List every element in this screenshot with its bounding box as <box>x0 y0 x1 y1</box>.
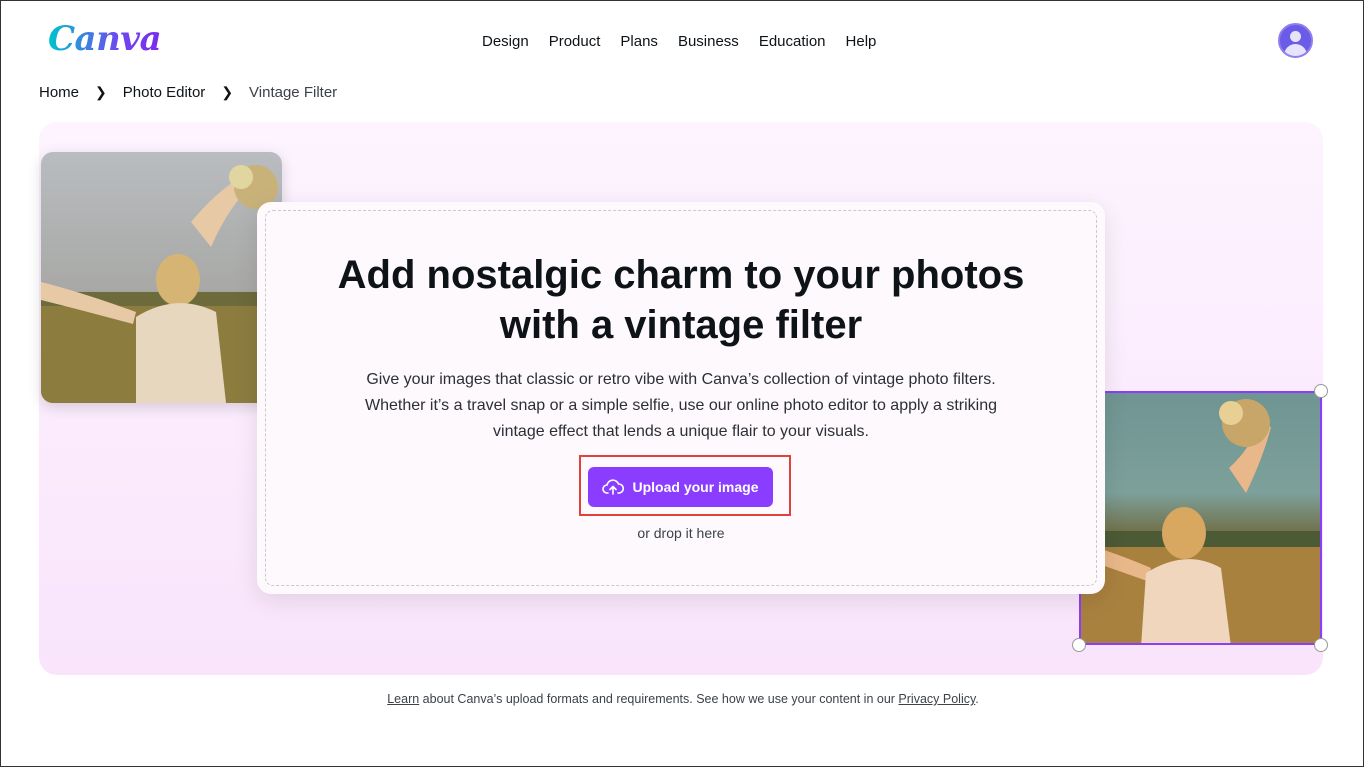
chevron-right-icon: ❯ <box>221 84 234 100</box>
chevron-right-icon: ❯ <box>95 84 107 100</box>
resize-handle-bottom-left[interactable] <box>1072 638 1086 652</box>
sample-photo-vintage <box>1079 391 1322 645</box>
breadcrumb-vintage-filter: Vintage Filter <box>249 84 338 101</box>
avatar-body <box>1284 44 1307 56</box>
nav-help[interactable]: Help <box>836 31 887 52</box>
hero-description: Give your images that classic or retro v… <box>317 367 1045 445</box>
page-title-line-1: Add nostalgic charm to your photos <box>337 253 1025 297</box>
page-title: Add nostalgic charm to your photos with … <box>257 250 1105 350</box>
cloud-upload-icon <box>602 479 625 495</box>
footnote-text: about Canva’s upload formats and require… <box>419 692 899 706</box>
nav-business[interactable]: Business <box>668 31 749 52</box>
top-navigation: Canva Design Product Plans Business Educ… <box>1 1 1364 81</box>
breadcrumb-home[interactable]: Home <box>39 84 79 101</box>
user-avatar-icon[interactable] <box>1278 23 1313 58</box>
footnote-period: . <box>975 692 979 706</box>
upload-image-button[interactable]: Upload your image <box>588 467 773 507</box>
privacy-policy-link[interactable]: Privacy Policy <box>898 692 975 706</box>
page-title-line-2: with a vintage filter <box>499 303 863 347</box>
nav-education[interactable]: Education <box>749 31 836 52</box>
nav-plans[interactable]: Plans <box>610 31 668 52</box>
nav-design[interactable]: Design <box>472 31 539 52</box>
upload-card[interactable]: Add nostalgic charm to your photos with … <box>257 202 1105 594</box>
sample-photo-original <box>41 152 282 403</box>
breadcrumb: Home ❯ Photo Editor ❯ Vintage Filter <box>39 84 337 101</box>
learn-link[interactable]: Learn <box>387 692 419 706</box>
woman-field-photo-icon <box>41 165 282 403</box>
nav-product[interactable]: Product <box>539 31 611 52</box>
avatar-head <box>1290 31 1301 42</box>
resize-handle-top-right[interactable] <box>1314 384 1328 398</box>
breadcrumb-photo-editor[interactable]: Photo Editor <box>123 84 206 101</box>
woman-field-vintage-photo-icon <box>1081 399 1320 643</box>
drop-hint: or drop it here <box>637 525 725 541</box>
description-line-3: vintage effect that lends a unique flair… <box>493 423 869 440</box>
resize-handle-bottom-right[interactable] <box>1314 638 1328 652</box>
upload-button-label: Upload your image <box>632 479 759 495</box>
canva-logo[interactable]: Canva <box>48 19 162 59</box>
description-line-1: Give your images that classic or retro v… <box>366 371 996 388</box>
main-menu: Design Product Plans Business Education … <box>472 31 886 52</box>
description-line-2: Whether it’s a travel snap or a simple s… <box>364 397 998 414</box>
upload-footnote: Learn about Canva’s upload formats and r… <box>1 692 1364 706</box>
